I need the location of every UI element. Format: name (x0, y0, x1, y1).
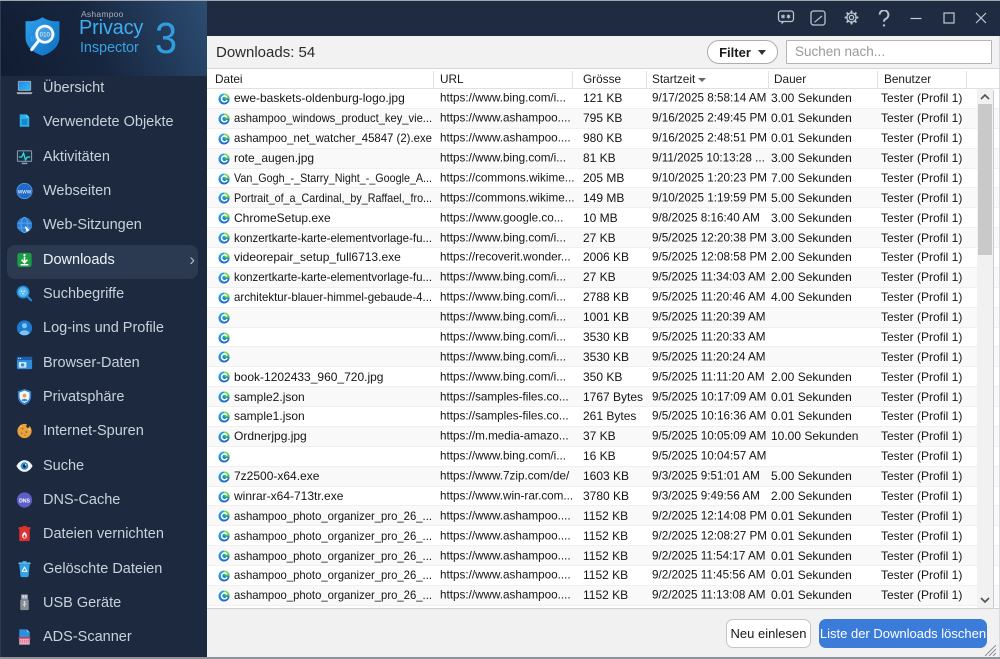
svg-text:10: 10 (30, 36, 36, 42)
svg-text:010: 010 (40, 32, 51, 39)
svg-text:www: www (17, 188, 32, 195)
svg-text:DNS: DNS (19, 498, 30, 504)
